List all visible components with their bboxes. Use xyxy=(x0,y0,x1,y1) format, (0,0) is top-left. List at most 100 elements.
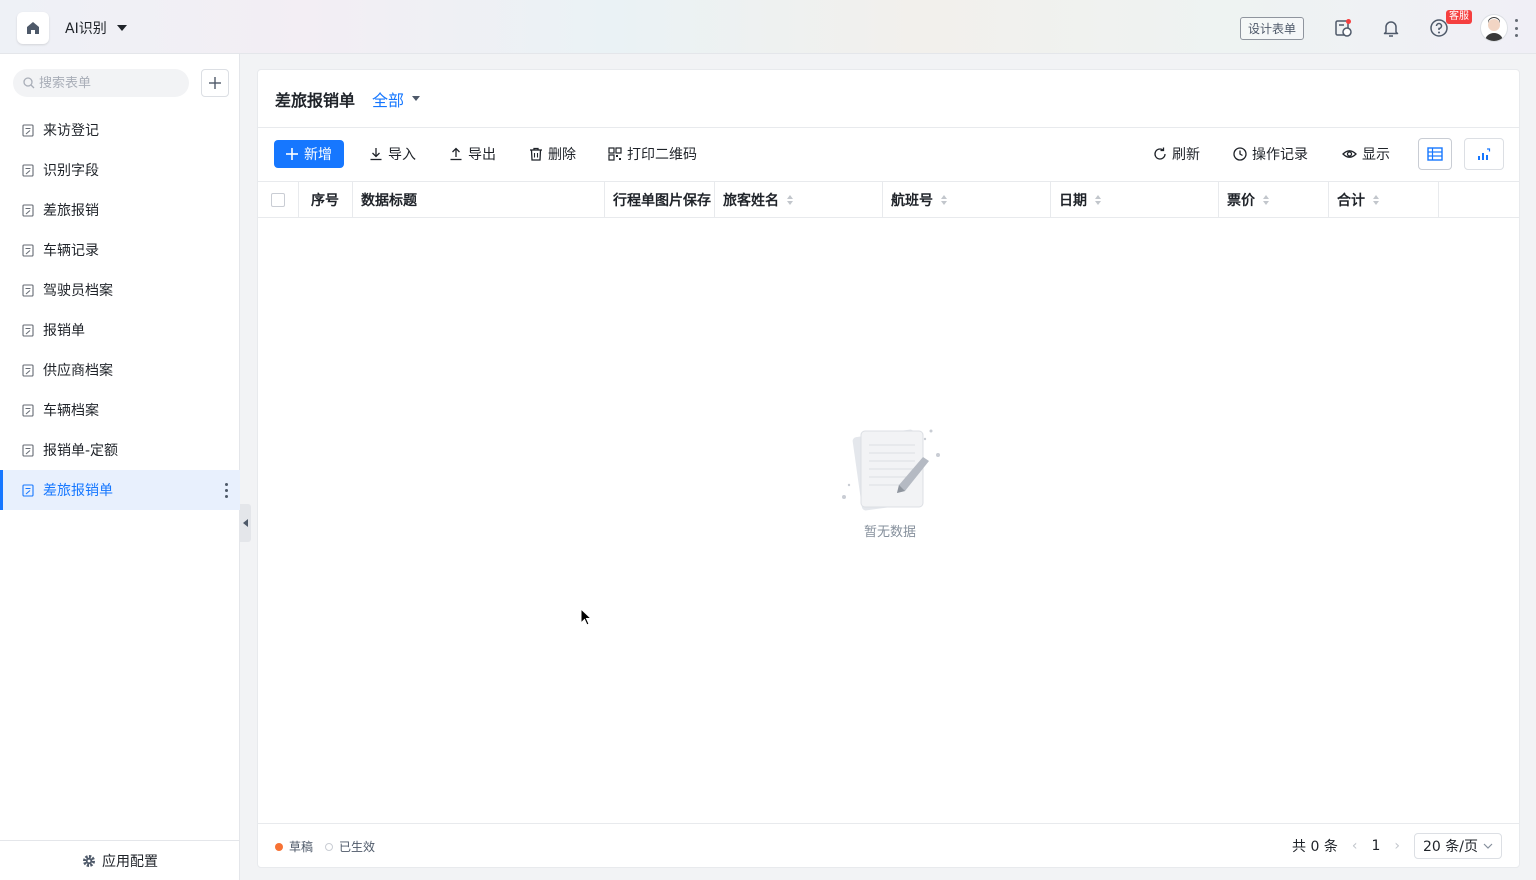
support-badge[interactable]: 客服 xyxy=(1446,10,1472,24)
form-icon xyxy=(22,163,34,177)
mouse-cursor-icon xyxy=(580,608,592,626)
eye-icon xyxy=(1342,150,1357,158)
item-more-button[interactable] xyxy=(225,483,228,498)
sort-icon[interactable] xyxy=(941,195,947,205)
column-header[interactable]: 合计 xyxy=(1329,182,1439,218)
sidebar-item[interactable]: 差旅报销单 xyxy=(0,470,240,510)
form-search-box[interactable] xyxy=(13,69,189,97)
sidebar-item[interactable]: 报销单 xyxy=(0,310,240,350)
sidebar-item-label: 差旅报销 xyxy=(43,203,99,219)
history-label: 操作记录 xyxy=(1252,147,1308,163)
avatar[interactable] xyxy=(1480,14,1508,42)
add-record-button[interactable]: 新增 xyxy=(274,140,344,168)
import-label: 导入 xyxy=(388,147,416,163)
column-header[interactable]: 日期 xyxy=(1051,182,1219,218)
plus-icon xyxy=(209,77,221,89)
form-icon xyxy=(22,203,34,217)
search-input[interactable] xyxy=(39,75,179,91)
delete-button[interactable]: 删除 xyxy=(529,140,576,168)
search-icon xyxy=(23,77,35,89)
form-icon xyxy=(22,283,34,297)
sidebar: 来访登记识别字段差旅报销车辆记录驾驶员档案报销单供应商档案车辆档案报销单-定额差… xyxy=(0,54,251,880)
sidebar-item[interactable]: 供应商档案 xyxy=(0,350,240,390)
design-form-button[interactable]: 设计表单 xyxy=(1240,17,1304,40)
delete-label: 删除 xyxy=(548,147,576,163)
task-icon xyxy=(1335,19,1352,37)
column-header-label: 行程单图片保存 xyxy=(613,193,711,209)
column-header[interactable]: 航班号 xyxy=(883,182,1051,218)
column-header[interactable]: 旅客姓名 xyxy=(715,182,883,218)
form-icon xyxy=(22,123,34,137)
sidebar-item-label: 来访登记 xyxy=(43,123,99,139)
more-menu-button[interactable] xyxy=(1514,19,1518,37)
form-icon xyxy=(22,403,34,417)
sidebar-item[interactable]: 报销单-定额 xyxy=(0,430,240,470)
chart-view-button[interactable] xyxy=(1464,138,1504,170)
history-button[interactable]: 操作记录 xyxy=(1233,140,1308,168)
sidebar-item[interactable]: 车辆记录 xyxy=(0,230,240,270)
view-filter-label: 全部 xyxy=(372,90,405,110)
app-settings-button[interactable]: 应用配置 xyxy=(0,840,240,880)
app-settings-label: 应用配置 xyxy=(102,853,158,870)
view-filter-dropdown[interactable]: 全部 xyxy=(372,87,421,111)
sidebar-collapse-toggle[interactable] xyxy=(240,504,251,542)
export-button[interactable]: 导出 xyxy=(449,140,496,168)
sidebar-item-label: 识别字段 xyxy=(43,163,99,179)
sidebar-item[interactable]: 差旅报销 xyxy=(0,190,240,230)
refresh-label: 刷新 xyxy=(1172,147,1200,163)
sidebar-item-label: 车辆记录 xyxy=(43,243,99,259)
sort-icon[interactable] xyxy=(787,195,793,205)
import-button[interactable]: 导入 xyxy=(369,140,416,168)
next-page-button[interactable]: › xyxy=(1394,838,1400,854)
current-page[interactable]: 1 xyxy=(1371,838,1380,854)
qrcode-icon xyxy=(608,147,622,161)
clock-icon xyxy=(1233,147,1247,161)
prev-page-button[interactable]: ‹ xyxy=(1352,838,1358,854)
column-header-label: 数据标题 xyxy=(361,193,417,209)
user-avatar-icon xyxy=(1485,17,1503,41)
add-form-button[interactable] xyxy=(201,69,229,97)
table-view-button[interactable] xyxy=(1418,138,1452,170)
task-calendar-button[interactable] xyxy=(1331,16,1355,40)
form-list: 来访登记识别字段差旅报销车辆记录驾驶员档案报销单供应商档案车辆档案报销单-定额差… xyxy=(0,110,240,510)
sidebar-item[interactable]: 驾驶员档案 xyxy=(0,270,240,310)
active-dot-icon xyxy=(325,842,334,851)
select-all-cell xyxy=(258,182,299,218)
sidebar-item[interactable]: 车辆档案 xyxy=(0,390,240,430)
pagination: 共 0 条 ‹ 1 › 20 条/页 xyxy=(1292,833,1502,859)
legend-draft: 草稿 xyxy=(289,840,314,854)
add-record-label: 新增 xyxy=(304,147,332,163)
column-header: 行程单图片保存 xyxy=(605,182,715,218)
refresh-icon xyxy=(1154,147,1166,160)
plus-icon xyxy=(286,148,298,160)
sidebar-item[interactable]: 来访登记 xyxy=(0,110,240,150)
sidebar-item-label: 报销单-定额 xyxy=(43,443,119,459)
sidebar-item-label: 驾驶员档案 xyxy=(43,283,113,299)
toolbar: 新增 导入 导出 删除 打印二维码 刷新 操作记录 显示 xyxy=(258,128,1519,181)
select-all-checkbox[interactable] xyxy=(271,193,285,207)
form-icon xyxy=(22,443,34,457)
empty-document-icon xyxy=(842,429,940,511)
sort-icon[interactable] xyxy=(1373,195,1379,205)
form-icon xyxy=(22,363,34,377)
app-switcher[interactable]: AI识别 xyxy=(65,18,127,38)
refresh-button[interactable]: 刷新 xyxy=(1153,140,1200,168)
print-qr-button[interactable]: 打印二维码 xyxy=(608,140,697,168)
chevron-down-icon xyxy=(1483,843,1493,849)
column-header-label: 票价 xyxy=(1227,193,1255,209)
home-button[interactable] xyxy=(17,12,49,44)
column-header-label: 序号 xyxy=(311,193,339,209)
sidebar-item-label: 供应商档案 xyxy=(43,363,113,379)
column-header: 数据标题 xyxy=(353,182,605,218)
sort-icon[interactable] xyxy=(1263,195,1269,205)
sort-icon[interactable] xyxy=(1095,195,1101,205)
display-settings-button[interactable]: 显示 xyxy=(1342,140,1390,168)
empty-state: 暂无数据 xyxy=(830,425,950,540)
sidebar-item[interactable]: 识别字段 xyxy=(0,150,240,190)
page-size-select[interactable]: 20 条/页 xyxy=(1414,833,1502,859)
display-settings-label: 显示 xyxy=(1362,147,1390,163)
legend-active: 已生效 xyxy=(339,840,376,854)
notifications-button[interactable] xyxy=(1379,16,1403,40)
top-bar: AI识别 设计表单 客服 xyxy=(0,0,1536,54)
column-header[interactable]: 票价 xyxy=(1219,182,1329,218)
